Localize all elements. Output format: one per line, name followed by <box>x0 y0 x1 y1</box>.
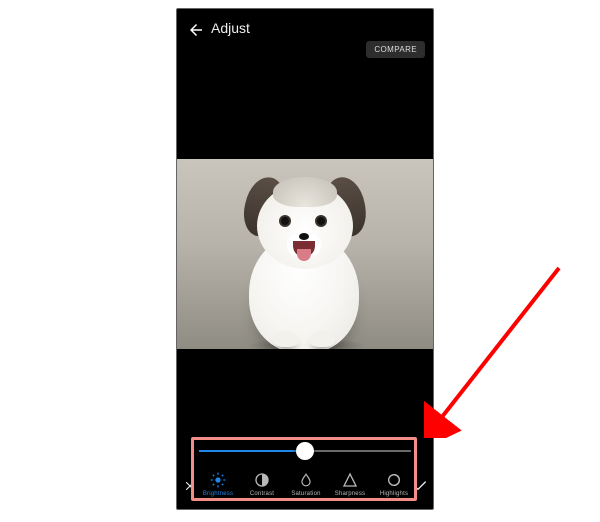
cancel-button[interactable] <box>181 477 199 495</box>
brightness-icon <box>209 471 227 489</box>
option-saturation[interactable]: Saturation <box>285 471 327 497</box>
arrow-left-icon <box>187 21 205 39</box>
slider-track-active <box>199 450 305 452</box>
option-label: Sharpness <box>335 491 366 497</box>
slider-track-inactive <box>305 450 411 452</box>
close-icon <box>183 479 197 493</box>
photo-editor-screen: Adjust COMPARE <box>176 8 434 510</box>
back-button[interactable] <box>185 19 207 41</box>
check-icon <box>412 478 428 494</box>
adjust-options: Brightness Contrast Saturation Sharpness <box>197 463 415 497</box>
sharpness-icon <box>341 471 359 489</box>
option-brightness[interactable]: Brightness <box>197 471 239 497</box>
option-contrast[interactable]: Contrast <box>241 471 283 497</box>
highlights-icon <box>385 471 403 489</box>
option-sharpness[interactable]: Sharpness <box>329 471 371 497</box>
adjust-slider[interactable] <box>199 441 411 461</box>
option-highlights[interactable]: Highlights <box>373 471 415 497</box>
header-bar: Adjust COMPARE <box>177 9 433 53</box>
page-title: Adjust <box>211 20 250 36</box>
option-label: Saturation <box>291 491 320 497</box>
annotation-arrow <box>424 258 574 438</box>
confirm-button[interactable] <box>411 477 429 495</box>
option-label: Brightness <box>203 491 233 497</box>
saturation-icon <box>297 471 315 489</box>
contrast-icon <box>253 471 271 489</box>
compare-button[interactable]: COMPARE <box>366 41 425 58</box>
photo-preview <box>177 159 433 349</box>
option-label: Highlights <box>380 491 408 497</box>
slider-thumb[interactable] <box>296 442 314 460</box>
option-label: Contrast <box>250 491 274 497</box>
